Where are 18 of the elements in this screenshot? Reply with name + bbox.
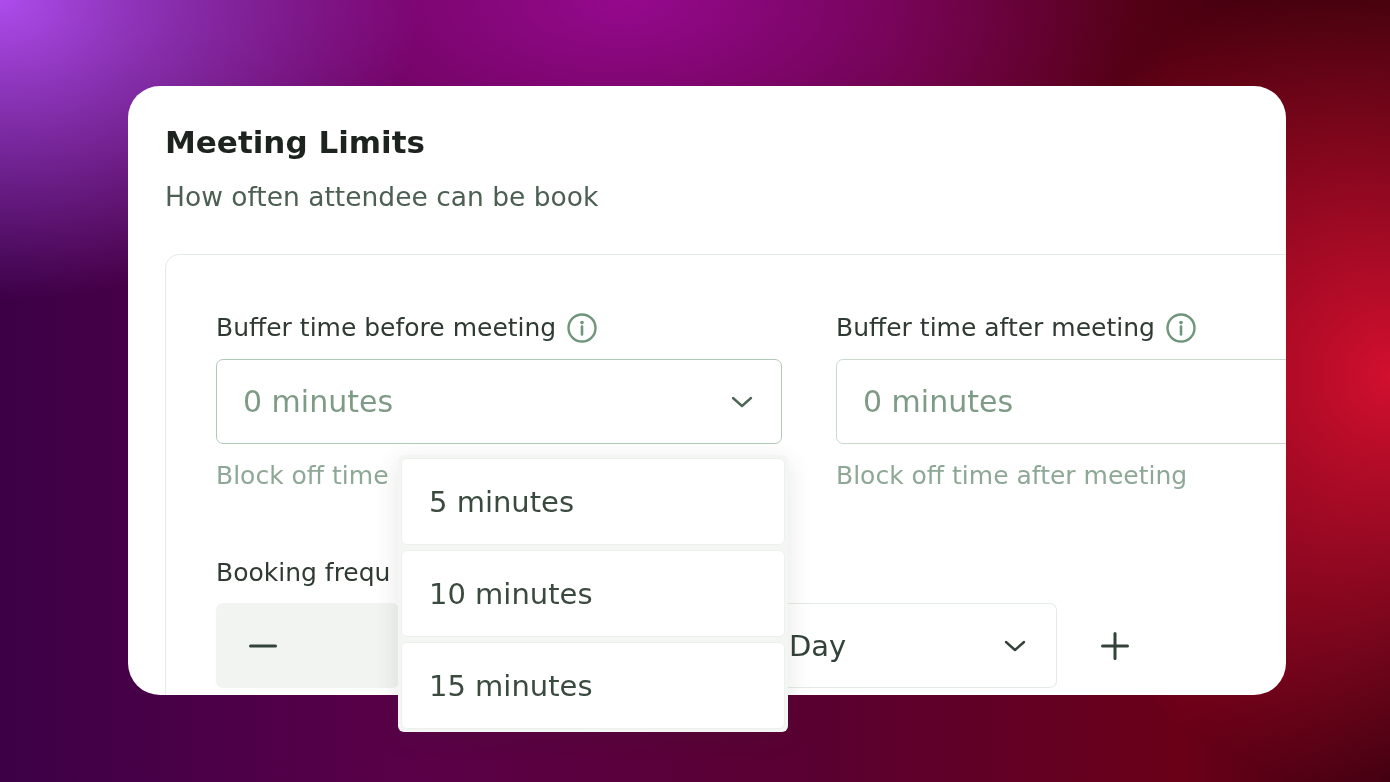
dropdown-option[interactable]: 5 minutes [401, 458, 785, 545]
chevron-down-icon [731, 395, 753, 408]
dropdown-option[interactable]: 10 minutes [401, 550, 785, 637]
info-icon[interactable] [567, 313, 598, 343]
field-label: Buffer time before meeting [216, 312, 557, 344]
unit-dropdown[interactable]: Day [787, 603, 1057, 688]
card-title: Meeting Limits [165, 123, 425, 162]
field-label: Booking frequ [216, 557, 391, 589]
text-field[interactable]: 0 minutes [836, 359, 1286, 444]
plus-icon [1101, 631, 1129, 660]
dropdown-option[interactable]: 15 minutes [401, 642, 785, 729]
helper-text: Block off time [216, 461, 389, 491]
helper-text: Block off time after meeting [836, 461, 1188, 491]
card-subtitle: How often attendee can be book [165, 181, 599, 213]
chevron-down-icon [1004, 639, 1026, 652]
minus-icon [249, 643, 277, 648]
field-label: Buffer time after meeting [836, 312, 1155, 344]
info-icon[interactable] [1165, 313, 1196, 343]
